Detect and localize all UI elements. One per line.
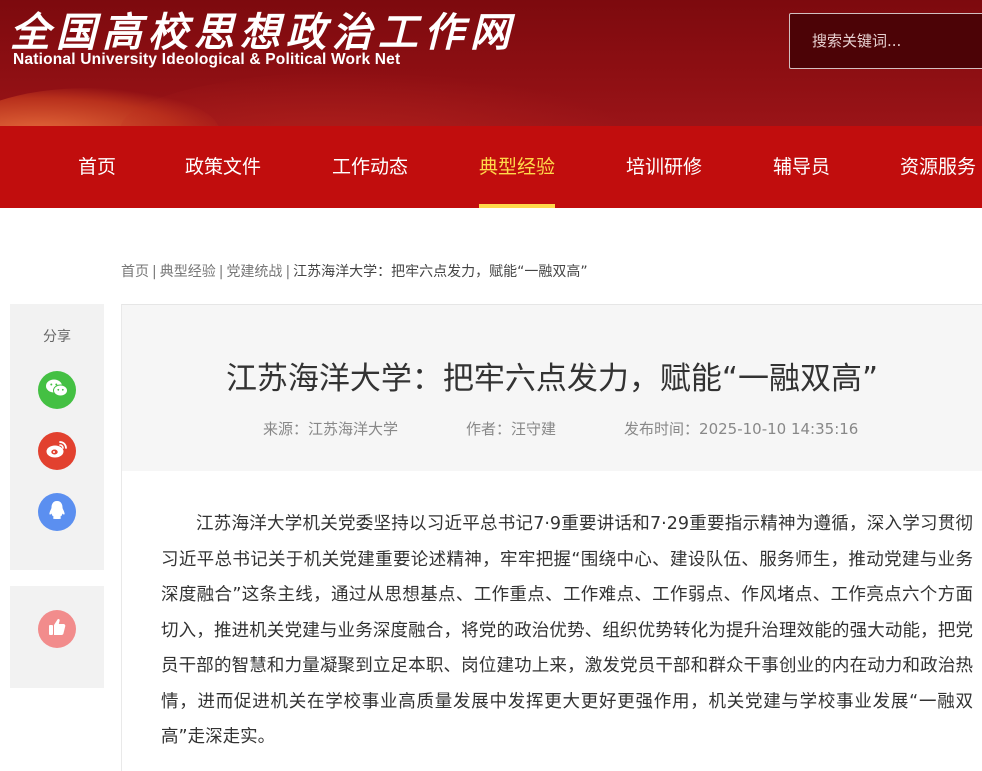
share-label: 分享: [43, 329, 71, 345]
nav-item-policy[interactable]: 政策文件: [185, 126, 261, 208]
main-nav: 首页 政策文件 工作动态 典型经验 培训研修 辅导员 资源服务: [0, 126, 982, 208]
breadcrumb-current: 江苏海洋大学：把牢六点发力，赋能“一融双高”: [293, 264, 588, 280]
qq-icon: [46, 499, 68, 525]
like-panel: [10, 586, 104, 688]
article-body: 江苏海洋大学机关党委坚持以习近平总书记7·9重要讲话和7·29重要指示精神为遵循…: [121, 471, 982, 771]
article-header: 江苏海洋大学：把牢六点发力，赋能“一融双高” 来源：江苏海洋大学 作者：汪守建 发布…: [121, 304, 982, 471]
nav-item-experience[interactable]: 典型经验: [479, 126, 556, 208]
article-source: 来源：江苏海洋大学: [263, 420, 399, 438]
share-wechat-button[interactable]: [38, 371, 76, 409]
share-weibo-button[interactable]: [38, 432, 76, 470]
breadcrumb-home[interactable]: 首页: [121, 264, 149, 280]
site-header: 全国高校思想政治工作网 National University Ideologi…: [0, 0, 982, 126]
nav-item-counselor[interactable]: 辅导员: [773, 126, 830, 208]
share-panel: 分享: [10, 304, 104, 570]
wechat-icon: [45, 378, 69, 402]
article-publish-time: 发布时间：2025-10-10 14:35:16: [624, 420, 859, 438]
article-title: 江苏海洋大学：把牢六点发力，赋能“一融双高”: [225, 361, 879, 397]
weibo-icon: [45, 439, 69, 463]
like-button[interactable]: [38, 610, 76, 648]
thumbs-up-icon: [47, 617, 67, 641]
nav-item-home[interactable]: 首页: [78, 126, 116, 208]
site-logo-english[interactable]: National University Ideological & Politi…: [13, 50, 400, 70]
nav-item-news[interactable]: 工作动态: [332, 126, 408, 208]
breadcrumb: 首页 | 典型经验 | 党建统战 | 江苏海洋大学：把牢六点发力，赋能“一融双高”: [121, 264, 588, 280]
breadcrumb-party-building[interactable]: 党建统战: [226, 264, 282, 280]
article-paragraph: 江苏海洋大学机关党委坚持以习近平总书记7·9重要讲话和7·29重要指示精神为遵循…: [161, 514, 973, 747]
nav-item-resources[interactable]: 资源服务: [900, 126, 976, 208]
article-author: 作者：汪守建: [466, 420, 557, 438]
search-box[interactable]: [789, 13, 982, 69]
breadcrumb-experience[interactable]: 典型经验: [160, 264, 216, 280]
share-qq-button[interactable]: [38, 493, 76, 531]
article-meta: 来源：江苏海洋大学 作者：汪守建 发布时间：2025-10-10 14:35:16: [263, 418, 858, 439]
search-input[interactable]: [790, 14, 982, 68]
nav-item-training[interactable]: 培训研修: [626, 126, 702, 208]
header-decoration-glow: [120, 70, 640, 126]
